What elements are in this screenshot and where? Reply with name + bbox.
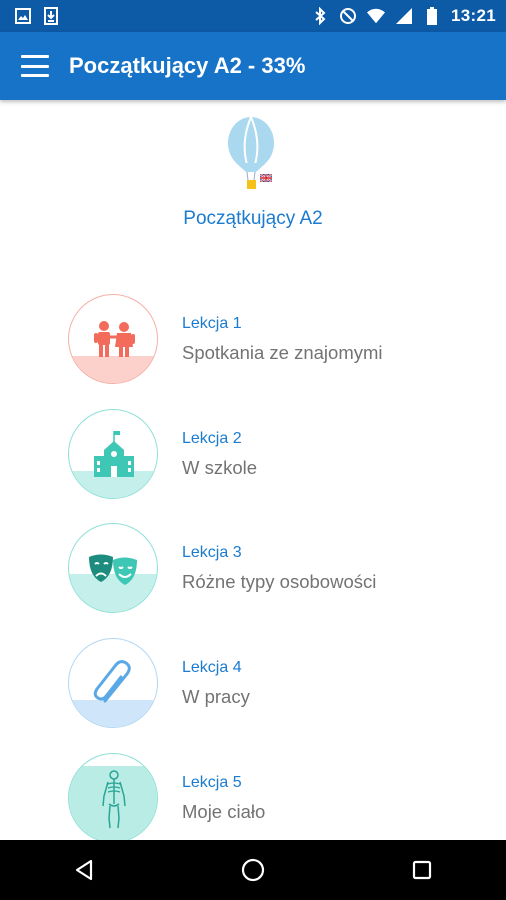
hot-air-balloon-icon xyxy=(226,116,282,196)
lesson-number: Lekcja 2 xyxy=(182,429,242,447)
lesson-title: Spotkania ze znajomymi xyxy=(182,341,383,363)
back-icon[interactable] xyxy=(64,850,104,890)
course-header: Początkujący A2 xyxy=(0,100,506,250)
home-icon[interactable] xyxy=(233,850,273,890)
lesson-number: Lekcja 5 xyxy=(182,773,242,791)
lesson-2-badge xyxy=(68,409,158,499)
lesson-item-3[interactable]: Lekcja 3 Różne typy osobowości xyxy=(68,521,468,615)
lesson-title: W pracy xyxy=(182,685,250,707)
lesson-title: W szkole xyxy=(182,456,258,478)
app-bar: Początkujący A2 - 33% xyxy=(0,32,506,100)
wifi-icon xyxy=(367,7,386,25)
system-icons: 13:21 xyxy=(311,6,496,26)
skeleton-icon xyxy=(102,770,126,829)
lesson-4-badge xyxy=(68,638,158,728)
lesson-item-1[interactable]: Lekcja 1 Spotkania ze znajomymi xyxy=(68,292,468,386)
lesson-5-badge xyxy=(68,753,158,843)
school-building-icon xyxy=(94,431,134,477)
image-icon xyxy=(14,7,32,25)
do-not-disturb-icon xyxy=(339,7,357,25)
menu-icon[interactable] xyxy=(21,55,49,77)
uk-flag-icon xyxy=(260,174,272,182)
lesson-1-badge xyxy=(68,294,158,384)
lesson-number: Lekcja 1 xyxy=(182,314,242,332)
status-time: 13:21 xyxy=(451,6,496,25)
page-title: Początkujący A2 - 33% xyxy=(69,53,306,78)
lesson-item-4[interactable]: Lekcja 4 W pracy xyxy=(68,636,468,730)
course-name: Początkujący A2 xyxy=(183,208,323,229)
lesson-title: Moje ciało xyxy=(182,800,266,822)
theater-masks-icon xyxy=(89,554,137,585)
bluetooth-icon xyxy=(311,7,329,25)
paperclip-icon xyxy=(93,660,131,703)
children-icon xyxy=(94,321,135,357)
notification-icons xyxy=(14,7,60,25)
lesson-number: Lekcja 4 xyxy=(182,658,242,676)
lesson-3-badge xyxy=(68,523,158,613)
lesson-item-5[interactable]: Lekcja 5 Moje ciało xyxy=(68,751,468,845)
signal-icon xyxy=(395,7,413,25)
lesson-title: Różne typy osobowości xyxy=(182,570,377,592)
lesson-item-2[interactable]: Lekcja 2 W szkole xyxy=(68,407,468,501)
navigation-bar xyxy=(0,840,506,900)
status-bar: 13:21 xyxy=(0,0,506,32)
download-icon xyxy=(42,7,60,25)
battery-icon xyxy=(423,7,441,25)
recents-icon[interactable] xyxy=(402,850,442,890)
lesson-number: Lekcja 3 xyxy=(182,543,242,561)
